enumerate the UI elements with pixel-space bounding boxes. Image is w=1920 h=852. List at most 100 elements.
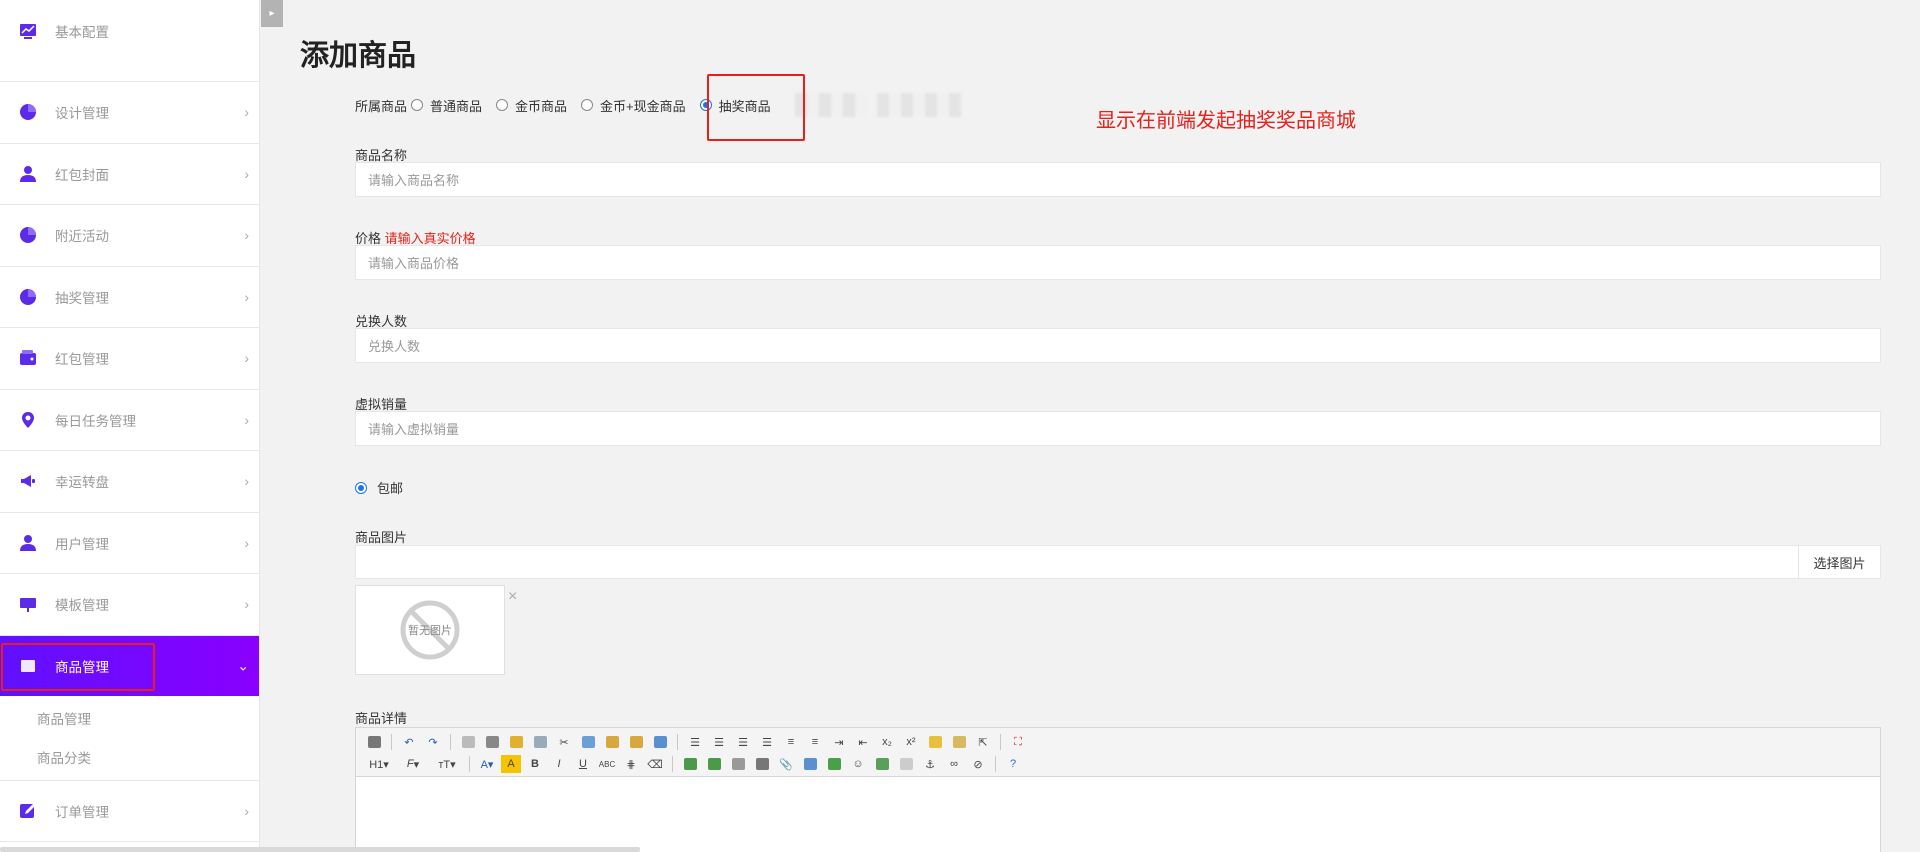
edit-icon <box>17 800 39 822</box>
help-icon[interactable]: ? <box>1003 755 1023 773</box>
fullscreen-icon[interactable]: ⛶ <box>1008 733 1028 751</box>
price-input[interactable]: 请输入商品价格 <box>355 245 1881 280</box>
redo-icon[interactable]: ↷ <box>423 733 443 751</box>
radio-lottery[interactable]: 抽奖商品 <box>699 96 771 115</box>
anchor-icon[interactable]: ⚓ <box>920 755 940 773</box>
ordered-list-icon[interactable]: ≡ <box>781 733 801 751</box>
radio-dot-selected <box>699 99 712 111</box>
sidebar-item-1[interactable]: 设计管理 › <box>0 82 259 144</box>
underline-icon[interactable]: U <box>573 755 593 773</box>
sidebar-item-label: 附近活动 <box>55 229 109 245</box>
radio-gold[interactable]: 金币商品 <box>496 96 567 115</box>
page-break-icon[interactable] <box>896 755 916 773</box>
clear-format-icon[interactable] <box>925 733 945 751</box>
code-icon[interactable] <box>530 733 550 751</box>
align-left-icon[interactable]: ☰ <box>685 733 705 751</box>
chevron-right-icon: › <box>244 473 249 490</box>
subscript-icon[interactable]: x₂ <box>877 733 897 751</box>
sidebar-item-label: 订单管理 <box>55 804 109 820</box>
template-icon[interactable] <box>506 733 526 751</box>
name-input[interactable]: 请输入商品名称 <box>355 162 1881 197</box>
sidebar-subitem-1[interactable]: 商品分类 <box>0 738 259 777</box>
sidebar-subitem-0[interactable]: 商品管理 <box>0 699 259 738</box>
sidebar-item-orders[interactable]: 订单管理 › <box>0 781 259 842</box>
align-center-icon[interactable]: ☰ <box>709 733 729 751</box>
pointer-icon[interactable]: ⇱ <box>973 733 993 751</box>
radio-dot <box>496 99 509 111</box>
rich-text-editor[interactable]: ↶ ↷ ✂ ☰ ☰ ☰ ☰ ≡ ≡ ⇥ ⇤ x₂ x² ⇱ ⛶ H1▾ F ▾ … <box>355 727 1881 852</box>
sidebar-item-label: 商品管理 <box>55 659 109 675</box>
select-all-icon[interactable] <box>949 733 969 751</box>
source-icon[interactable] <box>364 733 384 751</box>
media-icon[interactable] <box>752 755 772 773</box>
map-icon[interactable] <box>872 755 892 773</box>
font-color-icon[interactable]: A▾ <box>477 755 497 773</box>
radio-label: 金币商品 <box>515 98 568 114</box>
sidebar-item-goods[interactable]: 商品管理 ⌄ <box>0 635 259 696</box>
heading-icon[interactable]: H1▾ <box>364 755 394 773</box>
sidebar-item-7[interactable]: 幸运转盘 › <box>0 451 259 513</box>
unordered-list-icon[interactable]: ≡ <box>805 733 825 751</box>
font-size-icon[interactable]: тT▾ <box>432 755 462 773</box>
close-icon[interactable]: × <box>508 588 517 606</box>
sidebar-item-9[interactable]: 模板管理 › <box>0 574 259 636</box>
line-height-icon[interactable]: ⋕ <box>621 755 641 773</box>
table-icon[interactable] <box>800 755 820 773</box>
emoticon-icon[interactable]: ☺ <box>848 755 868 773</box>
radio-normal[interactable]: 普通商品 <box>411 96 482 115</box>
virtual-sales-input[interactable]: 请输入虚拟销量 <box>355 411 1881 446</box>
sidebar-item-5[interactable]: 红包管理 › <box>0 328 259 390</box>
sidebar: 基本配置 设计管理 › 红包封面 › 附近活动 › 抽奖管理 › 红包管理 › 每日任务管理 › 幸运转盘… <box>0 0 260 852</box>
sidebar-item-2[interactable]: 红包封面 › <box>0 144 259 205</box>
strikethrough-icon[interactable]: ABC <box>597 755 617 773</box>
cut-icon[interactable]: ✂ <box>554 733 574 751</box>
attachment-icon[interactable]: 📎 <box>776 755 796 773</box>
radio-gold-cash[interactable]: 金币+现金商品 <box>581 96 686 115</box>
toolbar-separator <box>391 734 392 750</box>
insert-row-icon[interactable] <box>824 755 844 773</box>
toolbar-separator <box>672 756 673 772</box>
undo-icon[interactable]: ↶ <box>399 733 419 751</box>
link-icon[interactable]: ∞ <box>944 755 964 773</box>
image-path-input[interactable]: 选择图片 <box>355 545 1881 579</box>
exchange-input[interactable]: 兑换人数 <box>355 328 1881 363</box>
unlink-icon[interactable]: ⊘ <box>968 755 988 773</box>
sidebar-item-6[interactable]: 每日任务管理 › <box>0 390 259 451</box>
megaphone-icon <box>17 470 39 492</box>
preview-icon[interactable] <box>458 733 478 751</box>
paste-word-icon[interactable] <box>650 733 670 751</box>
copy-icon[interactable] <box>578 733 598 751</box>
sidebar-item-8[interactable]: 用户管理 › <box>0 513 259 574</box>
outdent-icon[interactable]: ⇤ <box>853 733 873 751</box>
sidebar-toggle-button[interactable]: ▸ <box>261 0 283 27</box>
align-right-icon[interactable]: ☰ <box>733 733 753 751</box>
paste-text-icon[interactable] <box>626 733 646 751</box>
sidebar-item-0[interactable]: 基本配置 <box>0 0 259 82</box>
pie-chart-icon <box>17 224 39 246</box>
justify-icon[interactable]: ☰ <box>757 733 777 751</box>
chevron-right-icon: › <box>244 227 249 244</box>
italic-icon[interactable]: I <box>549 755 569 773</box>
eraser-icon[interactable]: ⌫ <box>645 755 665 773</box>
free-shipping-radio[interactable]: 包邮 <box>355 478 403 497</box>
sidebar-item-3[interactable]: 附近活动 › <box>0 205 259 267</box>
radio-dot <box>411 99 424 111</box>
choose-image-button[interactable]: 选择图片 <box>1798 546 1880 578</box>
image-icon[interactable] <box>680 755 700 773</box>
superscript-icon[interactable]: x² <box>901 733 921 751</box>
indent-icon[interactable]: ⇥ <box>829 733 849 751</box>
highlight-color-icon[interactable]: A <box>501 755 521 773</box>
multi-image-icon[interactable] <box>704 755 724 773</box>
bold-icon[interactable]: B <box>525 755 545 773</box>
paste-icon[interactable] <box>602 733 622 751</box>
sidebar-item-4[interactable]: 抽奖管理 › <box>0 267 259 328</box>
radio-label: 抽奖商品 <box>718 98 771 114</box>
font-family-icon[interactable]: F ▾ <box>398 755 428 773</box>
chevron-right-icon: › <box>244 288 249 305</box>
flash-icon[interactable] <box>728 755 748 773</box>
horizontal-scrollbar[interactable] <box>0 847 640 852</box>
print-icon[interactable] <box>482 733 502 751</box>
price-label-text: 价格 <box>355 231 382 246</box>
user-icon <box>17 163 39 185</box>
exchange-placeholder: 兑换人数 <box>368 339 421 354</box>
